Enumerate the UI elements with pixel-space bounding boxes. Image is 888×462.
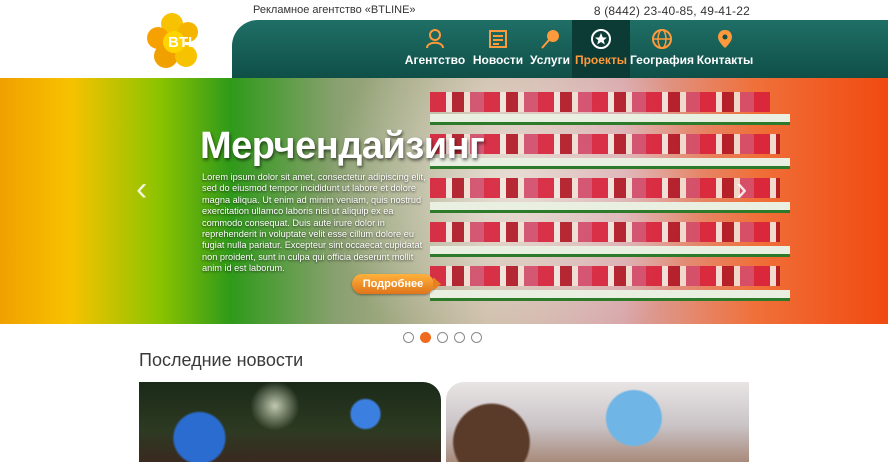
shelf-products	[430, 266, 780, 286]
logo-text: BTLine	[168, 34, 219, 51]
header: BTLine Рекламное агентство «BTLINE» 8 (8…	[0, 0, 888, 78]
nav-item-contacts[interactable]: Контакты	[696, 20, 754, 78]
globe-icon	[652, 29, 672, 49]
nav-item-services[interactable]: Услуги	[530, 20, 570, 78]
newspaper-icon	[489, 30, 507, 48]
main-nav: Агентство Новости Услуги Проекты Географ…	[232, 20, 888, 78]
slider-dot[interactable]	[403, 332, 414, 343]
star-icon	[591, 29, 611, 49]
slider-dot[interactable]	[437, 332, 448, 343]
hero-title: Мерчендайзинг	[200, 125, 485, 167]
news-card-image[interactable]	[139, 382, 441, 462]
shelf-products	[430, 178, 780, 198]
shelf	[430, 114, 790, 125]
more-button[interactable]: Подробнее	[352, 274, 441, 294]
nav-label: Контакты	[696, 53, 754, 67]
slider-dot[interactable]	[471, 332, 482, 343]
nav-label: Новости	[472, 53, 524, 67]
shelf-products	[430, 92, 770, 112]
nav-item-news[interactable]: Новости	[470, 20, 526, 78]
slider-dot[interactable]	[454, 332, 465, 343]
btline-logo[interactable]: BTLine	[142, 6, 238, 74]
shelf	[430, 246, 790, 257]
nav-label: Услуги	[530, 53, 570, 67]
slider-dots	[403, 332, 482, 343]
nav-item-geography[interactable]: География	[630, 20, 694, 78]
pin-icon	[541, 30, 559, 49]
nav-label: Агентство	[404, 53, 466, 67]
slider-prev-arrow[interactable]: ‹	[136, 172, 147, 206]
shelf	[430, 290, 790, 301]
phone-number[interactable]: 8 (8442) 23-40-85, 49-41-22	[594, 4, 750, 18]
news-section-title: Последние новости	[139, 350, 304, 370]
hero-slider	[0, 78, 888, 324]
nav-label: Проекты	[574, 53, 628, 67]
slider-next-arrow[interactable]: ›	[736, 172, 747, 206]
nav-item-projects[interactable]: Проекты	[572, 20, 630, 78]
slider-dot-active[interactable]	[420, 332, 431, 343]
location-icon	[718, 30, 732, 48]
shelf-products	[430, 222, 780, 242]
nav-label: География	[629, 53, 695, 67]
nav-item-agency[interactable]: Агентство	[404, 20, 466, 78]
hero-description: Lorem ipsum dolor sit amet, consectetur …	[202, 172, 426, 274]
agency-tagline: Рекламное агентство «BTLINE»	[253, 4, 416, 16]
news-card-image[interactable]	[446, 382, 749, 462]
person-icon	[426, 29, 444, 49]
